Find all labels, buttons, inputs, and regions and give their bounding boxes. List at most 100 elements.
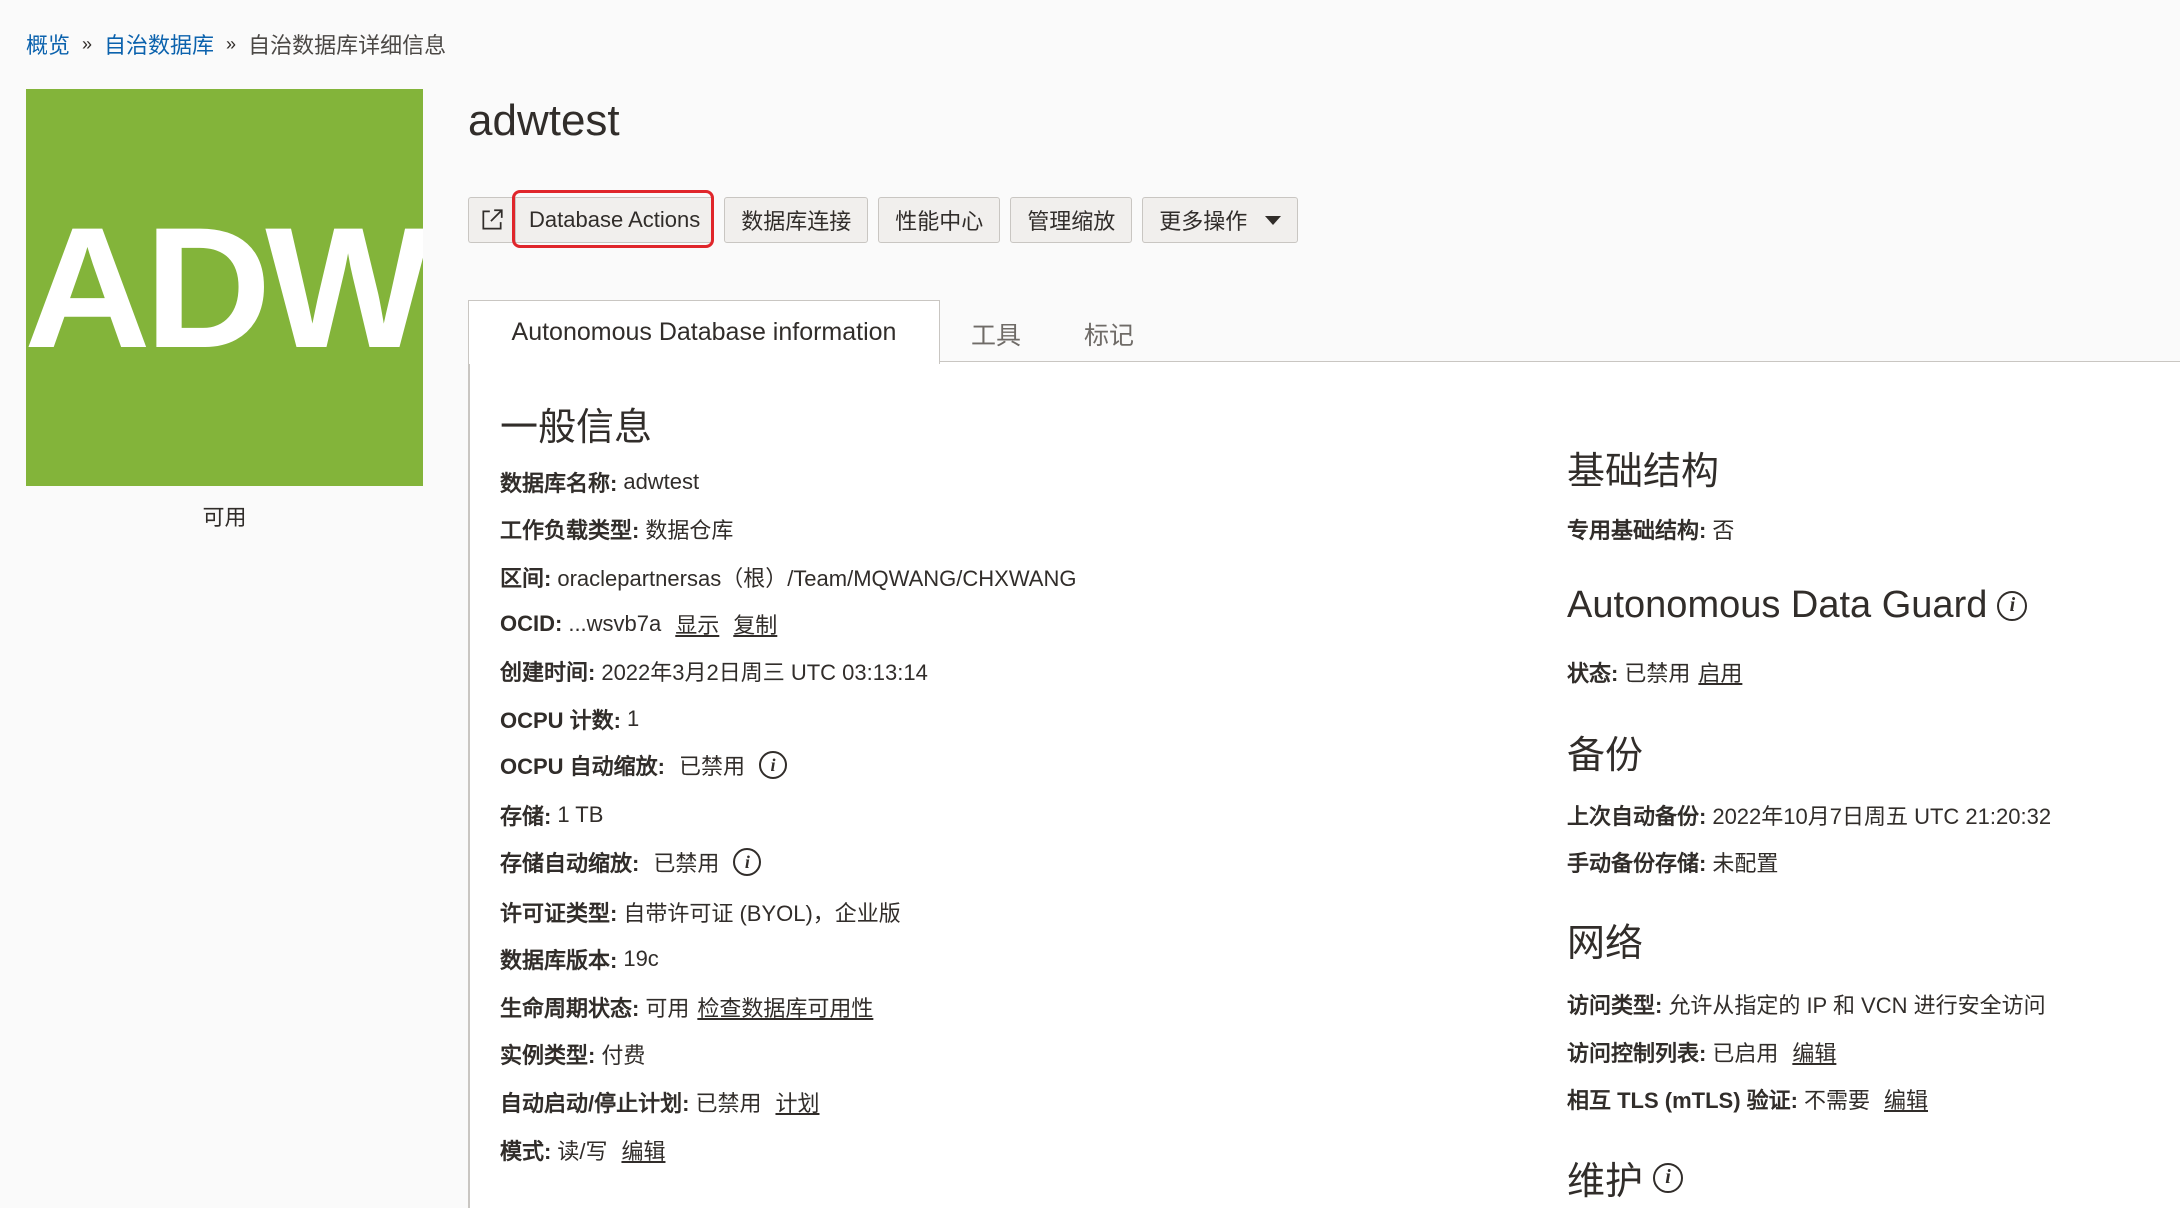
created-value: 2022年3月2日周三 UTC 03:13:14 (601, 660, 928, 685)
dedicated-row: 专用基础结构: 否 (1567, 513, 1734, 545)
created-key: 创建时间: (500, 660, 596, 685)
mtls-value: 不需要 (1803, 1088, 1870, 1113)
breadcrumb-overview-link[interactable]: 概览 (26, 28, 70, 60)
compartment-key: 区间: (500, 566, 552, 591)
manual-backup-row: 手动备份存储: 未配置 (1567, 846, 1778, 878)
info-icon[interactable]: i (1653, 1162, 1684, 1193)
mtls-row: 相互 TLS (mTLS) 验证: 不需要 编辑 (1567, 1083, 1928, 1115)
access-type-key: 访问类型: (1567, 993, 1663, 1018)
compartment-value: oraclepartnersas（根）/Team/MQWANG/CHXWANG (557, 566, 1077, 591)
dedicated-key: 专用基础结构: (1567, 518, 1707, 543)
ocpu-count-key: OCPU 计数: (500, 708, 622, 733)
schedule-row: 自动启动/停止计划: 已禁用 计划 (500, 1086, 819, 1118)
db-connection-button[interactable]: 数据库连接 (724, 197, 869, 243)
data-guard-enable-link[interactable]: 启用 (1698, 656, 1742, 688)
schedule-link[interactable]: 计划 (775, 1086, 819, 1118)
license-key: 许可证类型: (500, 901, 618, 926)
mtls-key: 相互 TLS (mTLS) 验证: (1567, 1088, 1798, 1113)
compartment-row: 区间: oraclepartnersas（根）/Team/MQWANG/CHXW… (500, 561, 1076, 593)
last-backup-row: 上次自动备份: 2022年10月7日周五 UTC 21:20:32 (1567, 799, 2051, 831)
schedule-value: 已禁用 (695, 1091, 762, 1116)
action-toolbar: Database Actions 数据库连接 性能中心 管理缩放 更多操作 (468, 196, 1299, 244)
workload-key: 工作负载类型: (500, 518, 640, 543)
backup-heading: 备份 (1567, 735, 1644, 777)
more-actions-dropdown[interactable]: 更多操作 (1142, 197, 1299, 243)
mode-row: 模式: 读/写 编辑 (500, 1134, 665, 1166)
ocpu-autoscale-row: OCPU 自动缩放: 已禁用 i (500, 749, 788, 781)
external-link-button[interactable] (468, 197, 515, 243)
lifecycle-key: 生命周期状态: (500, 996, 640, 1021)
schedule-key: 自动启动/停止计划: (500, 1091, 690, 1116)
db-version-value: 19c (623, 946, 659, 971)
database-actions-group: Database Actions (468, 197, 715, 243)
lifecycle-row: 生命周期状态: 可用 检查数据库可用性 (500, 991, 873, 1023)
page-title: adwtest (468, 96, 620, 145)
db-version-key: 数据库版本: (500, 948, 618, 973)
tab-tools[interactable]: 工具 (971, 316, 1021, 352)
breadcrumb-current: 自治数据库详细信息 (248, 33, 447, 58)
ocpu-autoscale-key: OCPU 自动缩放: (500, 754, 666, 779)
breadcrumb-separator: » (226, 33, 237, 54)
lifecycle-status-label: 可用 (202, 505, 247, 530)
db-name-row: 数据库名称: adwtest (500, 466, 699, 498)
maintenance-heading: 维护 (1567, 1161, 1644, 1203)
db-version-row: 数据库版本: 19c (500, 943, 659, 975)
external-link-icon (482, 209, 503, 230)
breadcrumb-autonomous-db-link[interactable]: 自治数据库 (104, 28, 214, 60)
storage-row: 存储: 1 TB (500, 799, 603, 831)
tab-autonomous-db-info[interactable]: Autonomous Database information (468, 300, 940, 364)
check-availability-link[interactable]: 检查数据库可用性 (697, 991, 873, 1023)
mtls-edit-link[interactable]: 编辑 (1884, 1083, 1928, 1115)
acl-edit-link[interactable]: 编辑 (1792, 1036, 1836, 1068)
more-actions-label: 更多操作 (1159, 209, 1248, 234)
data-guard-heading-row: Autonomous Data Guard i (1567, 584, 2028, 627)
info-icon[interactable]: i (759, 751, 788, 779)
storage-autoscale-key: 存储自动缩放: (500, 851, 640, 876)
performance-hub-button[interactable]: 性能中心 (878, 197, 1001, 243)
storage-autoscale-row: 存储自动缩放: 已禁用 i (500, 846, 762, 878)
data-guard-status-value: 已禁用 (1624, 661, 1691, 686)
acl-key: 访问控制列表: (1567, 1041, 1707, 1066)
data-guard-heading: Autonomous Data Guard (1567, 584, 1988, 626)
manage-scaling-button[interactable]: 管理缩放 (1010, 197, 1133, 243)
ocpu-autoscale-value: 已禁用 (679, 754, 746, 779)
ocid-show-link[interactable]: 显示 (675, 608, 719, 640)
ocid-copy-link[interactable]: 复制 (733, 608, 777, 640)
acl-value: 已启用 (1712, 1041, 1779, 1066)
workload-value: 数据仓库 (645, 518, 734, 543)
data-guard-status-row: 状态: 已禁用 启用 (1567, 656, 1742, 688)
breadcrumb-separator: » (82, 33, 93, 54)
instance-type-key: 实例类型: (500, 1043, 596, 1068)
instance-type-value: 付费 (601, 1043, 646, 1068)
last-backup-key: 上次自动备份: (1567, 804, 1707, 829)
instance-type-row: 实例类型: 付费 (500, 1038, 645, 1070)
dedicated-value: 否 (1712, 518, 1735, 543)
chevron-down-icon (1265, 215, 1282, 225)
last-backup-value: 2022年10月7日周五 UTC 21:20:32 (1712, 804, 2052, 829)
mode-value: 读/写 (557, 1139, 608, 1164)
license-row: 许可证类型: 自带许可证 (BYOL)，企业版 (500, 896, 901, 928)
access-type-value: 允许从指定的 IP 和 VCN 进行安全访问 (1668, 993, 2046, 1018)
general-info-heading: 一般信息 (500, 407, 653, 449)
info-icon[interactable]: i (1997, 590, 2028, 621)
mode-edit-link[interactable]: 编辑 (621, 1134, 665, 1166)
workload-row: 工作负载类型: 数据仓库 (500, 513, 733, 545)
infrastructure-heading: 基础结构 (1567, 451, 1720, 493)
adw-logo: ADW (26, 89, 423, 486)
tab-tags[interactable]: 标记 (1084, 316, 1134, 352)
manual-backup-value: 未配置 (1712, 851, 1779, 876)
database-actions-button[interactable]: Database Actions (515, 197, 715, 243)
mode-key: 模式: (500, 1139, 552, 1164)
adw-logo-text: ADW (26, 191, 423, 384)
db-name-value: adwtest (623, 469, 700, 494)
breadcrumb: 概览 » 自治数据库 » 自治数据库详细信息 (26, 28, 446, 60)
storage-value: 1 TB (557, 802, 604, 827)
details-panel (470, 362, 2180, 1208)
storage-autoscale-value: 已禁用 (653, 851, 720, 876)
ocid-value: ...wsvb7a (568, 611, 662, 636)
license-value: 自带许可证 (BYOL)，企业版 (623, 901, 901, 926)
info-icon[interactable]: i (733, 848, 762, 876)
acl-row: 访问控制列表: 已启用 编辑 (1567, 1036, 1836, 1068)
db-name-key: 数据库名称: (500, 471, 618, 496)
created-row: 创建时间: 2022年3月2日周三 UTC 03:13:14 (500, 655, 928, 687)
